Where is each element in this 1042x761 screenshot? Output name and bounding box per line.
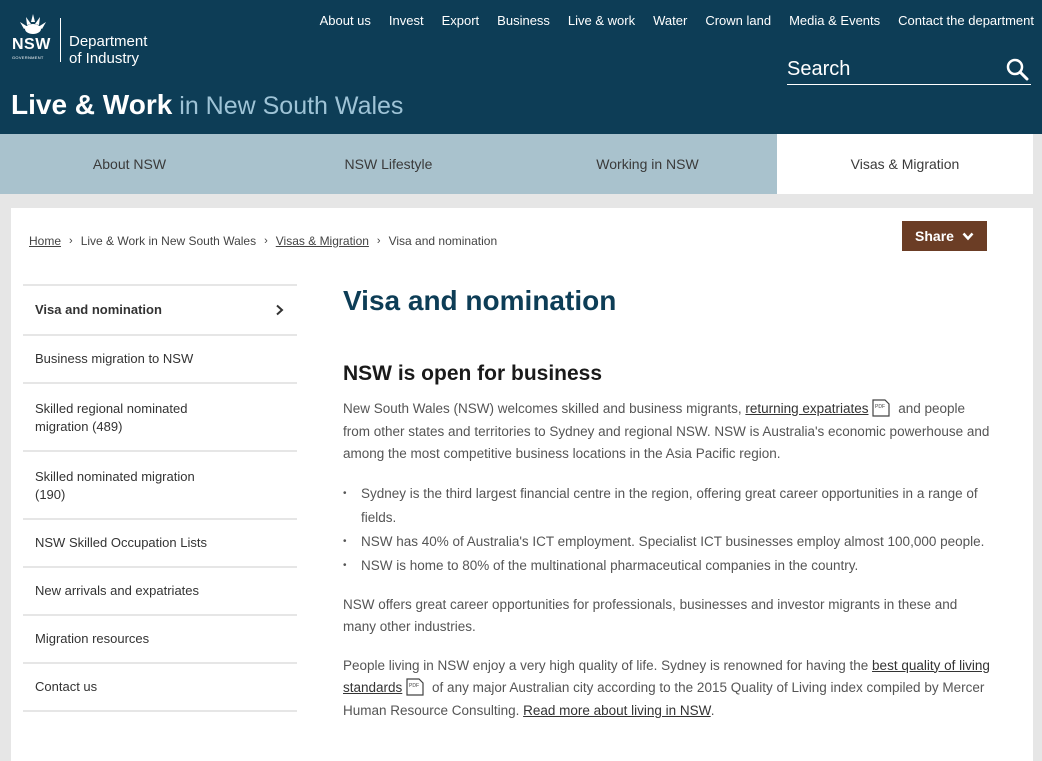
breadcrumb-chevron-icon: › — [376, 235, 381, 247]
pdf-icon: PDF — [872, 399, 891, 418]
topnav-contact-department[interactable]: Contact the department — [889, 12, 1034, 29]
tab-visas-migration[interactable]: Visas & Migration — [777, 134, 1033, 194]
quality-text-1: People living in NSW enjoy a very high q… — [343, 657, 873, 673]
topnav-invest[interactable]: Invest — [380, 12, 433, 29]
topnav-live-and-work[interactable]: Live & work — [559, 12, 644, 29]
list-item: NSW has 40% of Australia's ICT employmen… — [343, 530, 993, 554]
department-line-1: Department — [69, 33, 148, 50]
sidenav-item-label: Visa and nomination — [35, 302, 162, 317]
share-label: Share — [915, 228, 954, 244]
sidenav-item-label: Business migration to NSW — [35, 351, 194, 366]
topnav-media-events[interactable]: Media & Events — [780, 12, 889, 29]
breadcrumb-live-work: Live & Work in New South Wales — [80, 234, 257, 248]
quality-text-end: . — [710, 702, 715, 718]
sidenav-item-business-migration[interactable]: Business migration to NSW — [23, 334, 297, 382]
site-title-bold: Live & Work — [11, 89, 173, 120]
section-heading: NSW is open for business — [343, 362, 603, 385]
department-name: Department of Industry — [69, 33, 147, 67]
site-title-light: in New South Wales — [172, 92, 404, 120]
topnav-export[interactable]: Export — [433, 12, 489, 29]
share-button[interactable]: Share — [902, 221, 987, 251]
quality-of-life-paragraph: People living in NSW enjoy a very high q… — [343, 655, 993, 723]
chevron-right-icon — [276, 304, 284, 316]
side-navigation: Visa and nomination Business migration t… — [23, 284, 297, 712]
sidenav-item-label: Skilled nominated migration (190) — [35, 469, 195, 502]
topnav-crown-land[interactable]: Crown land — [696, 12, 780, 29]
sidenav-item-label: NSW Skilled Occupation Lists — [35, 535, 207, 550]
site-title[interactable]: Live & Work in New South Wales — [11, 89, 403, 121]
main-content: Visa and nomination NSW is open for busi… — [343, 284, 993, 738]
top-navigation: About us Invest Export Business Live & w… — [311, 12, 1034, 29]
logo-government-text: GOVERNMENT — [12, 55, 44, 60]
waratah-icon — [20, 14, 46, 34]
sidenav-item-label: Contact us — [35, 679, 98, 694]
careers-paragraph: NSW offers great career opportunities fo… — [343, 596, 958, 635]
waratah-logo-mark: NSW GOVERNMENT — [12, 14, 54, 64]
sidenav-item-occupation-lists[interactable]: NSW Skilled Occupation Lists — [23, 518, 297, 566]
sidenav-item-skilled-regional[interactable]: Skilled regional nominated migration (48… — [23, 382, 297, 450]
search-icon[interactable] — [1005, 57, 1029, 81]
sidenav-item-contact-us[interactable]: Contact us — [23, 662, 297, 710]
returning-expatriates-link[interactable]: returning expatriates — [745, 401, 868, 416]
pdf-icon-label: PDF — [409, 683, 419, 689]
intro-text-1: New South Wales (NSW) welcomes skilled a… — [343, 401, 746, 416]
site-header: NSW GOVERNMENT Department of Industry Ab… — [0, 0, 1042, 134]
facts-list: Sydney is the third largest financial ce… — [343, 482, 993, 578]
nsw-logo[interactable]: NSW GOVERNMENT Department of Industry — [12, 14, 147, 67]
pdf-icon: PDF — [406, 678, 424, 697]
sidenav-item-label: Migration resources — [35, 631, 150, 646]
pdf-icon-label: PDF — [875, 404, 885, 410]
department-line-2: of Industry — [69, 50, 140, 67]
sidenav-item-new-arrivals[interactable]: New arrivals and expatriates — [23, 566, 297, 614]
sidenav-item-label: New arrivals and expatriates — [35, 583, 200, 598]
logo-divider — [60, 18, 61, 62]
chevron-down-icon — [962, 232, 974, 240]
breadcrumb-current: Visa and nomination — [388, 234, 498, 248]
tab-about-nsw[interactable]: About NSW — [0, 134, 259, 194]
breadcrumb: Home › Live & Work in New South Wales › … — [29, 234, 497, 248]
logo-nsw-text: NSW — [12, 36, 51, 53]
sidenav-item-label: Skilled regional nominated migration (48… — [35, 401, 188, 434]
content-panel: Home › Live & Work in New South Wales › … — [11, 208, 1033, 761]
list-item: Sydney is the third largest financial ce… — [343, 482, 993, 530]
read-more-living-link[interactable]: Read more about living in NSW — [523, 703, 711, 718]
breadcrumb-chevron-icon: › — [264, 235, 268, 247]
search-input[interactable] — [787, 55, 997, 83]
tab-working-in-nsw[interactable]: Working in NSW — [518, 134, 777, 194]
sidenav-item-visa-nomination[interactable]: Visa and nomination — [23, 284, 297, 334]
breadcrumb-chevron-icon: › — [69, 235, 73, 247]
intro-paragraph: New South Wales (NSW) welcomes skilled a… — [343, 398, 993, 466]
breadcrumb-visas-migration[interactable]: Visas & Migration — [276, 234, 369, 248]
topnav-about-us[interactable]: About us — [311, 12, 380, 29]
sidenav-divider — [23, 710, 297, 712]
main-navigation: About NSW NSW Lifestyle Working in NSW V… — [0, 134, 1042, 194]
topnav-water[interactable]: Water — [644, 12, 696, 29]
sidenav-item-migration-resources[interactable]: Migration resources — [23, 614, 297, 662]
page-title: Visa and nomination — [343, 285, 617, 316]
nav-filler — [1033, 134, 1042, 194]
list-item: NSW is home to 80% of the multinational … — [343, 554, 993, 578]
search-box — [787, 55, 1031, 85]
breadcrumb-home[interactable]: Home — [29, 234, 61, 248]
topnav-business[interactable]: Business — [488, 12, 559, 29]
sidenav-item-skilled-nominated[interactable]: Skilled nominated migration (190) — [23, 450, 297, 518]
tab-nsw-lifestyle[interactable]: NSW Lifestyle — [259, 134, 518, 194]
